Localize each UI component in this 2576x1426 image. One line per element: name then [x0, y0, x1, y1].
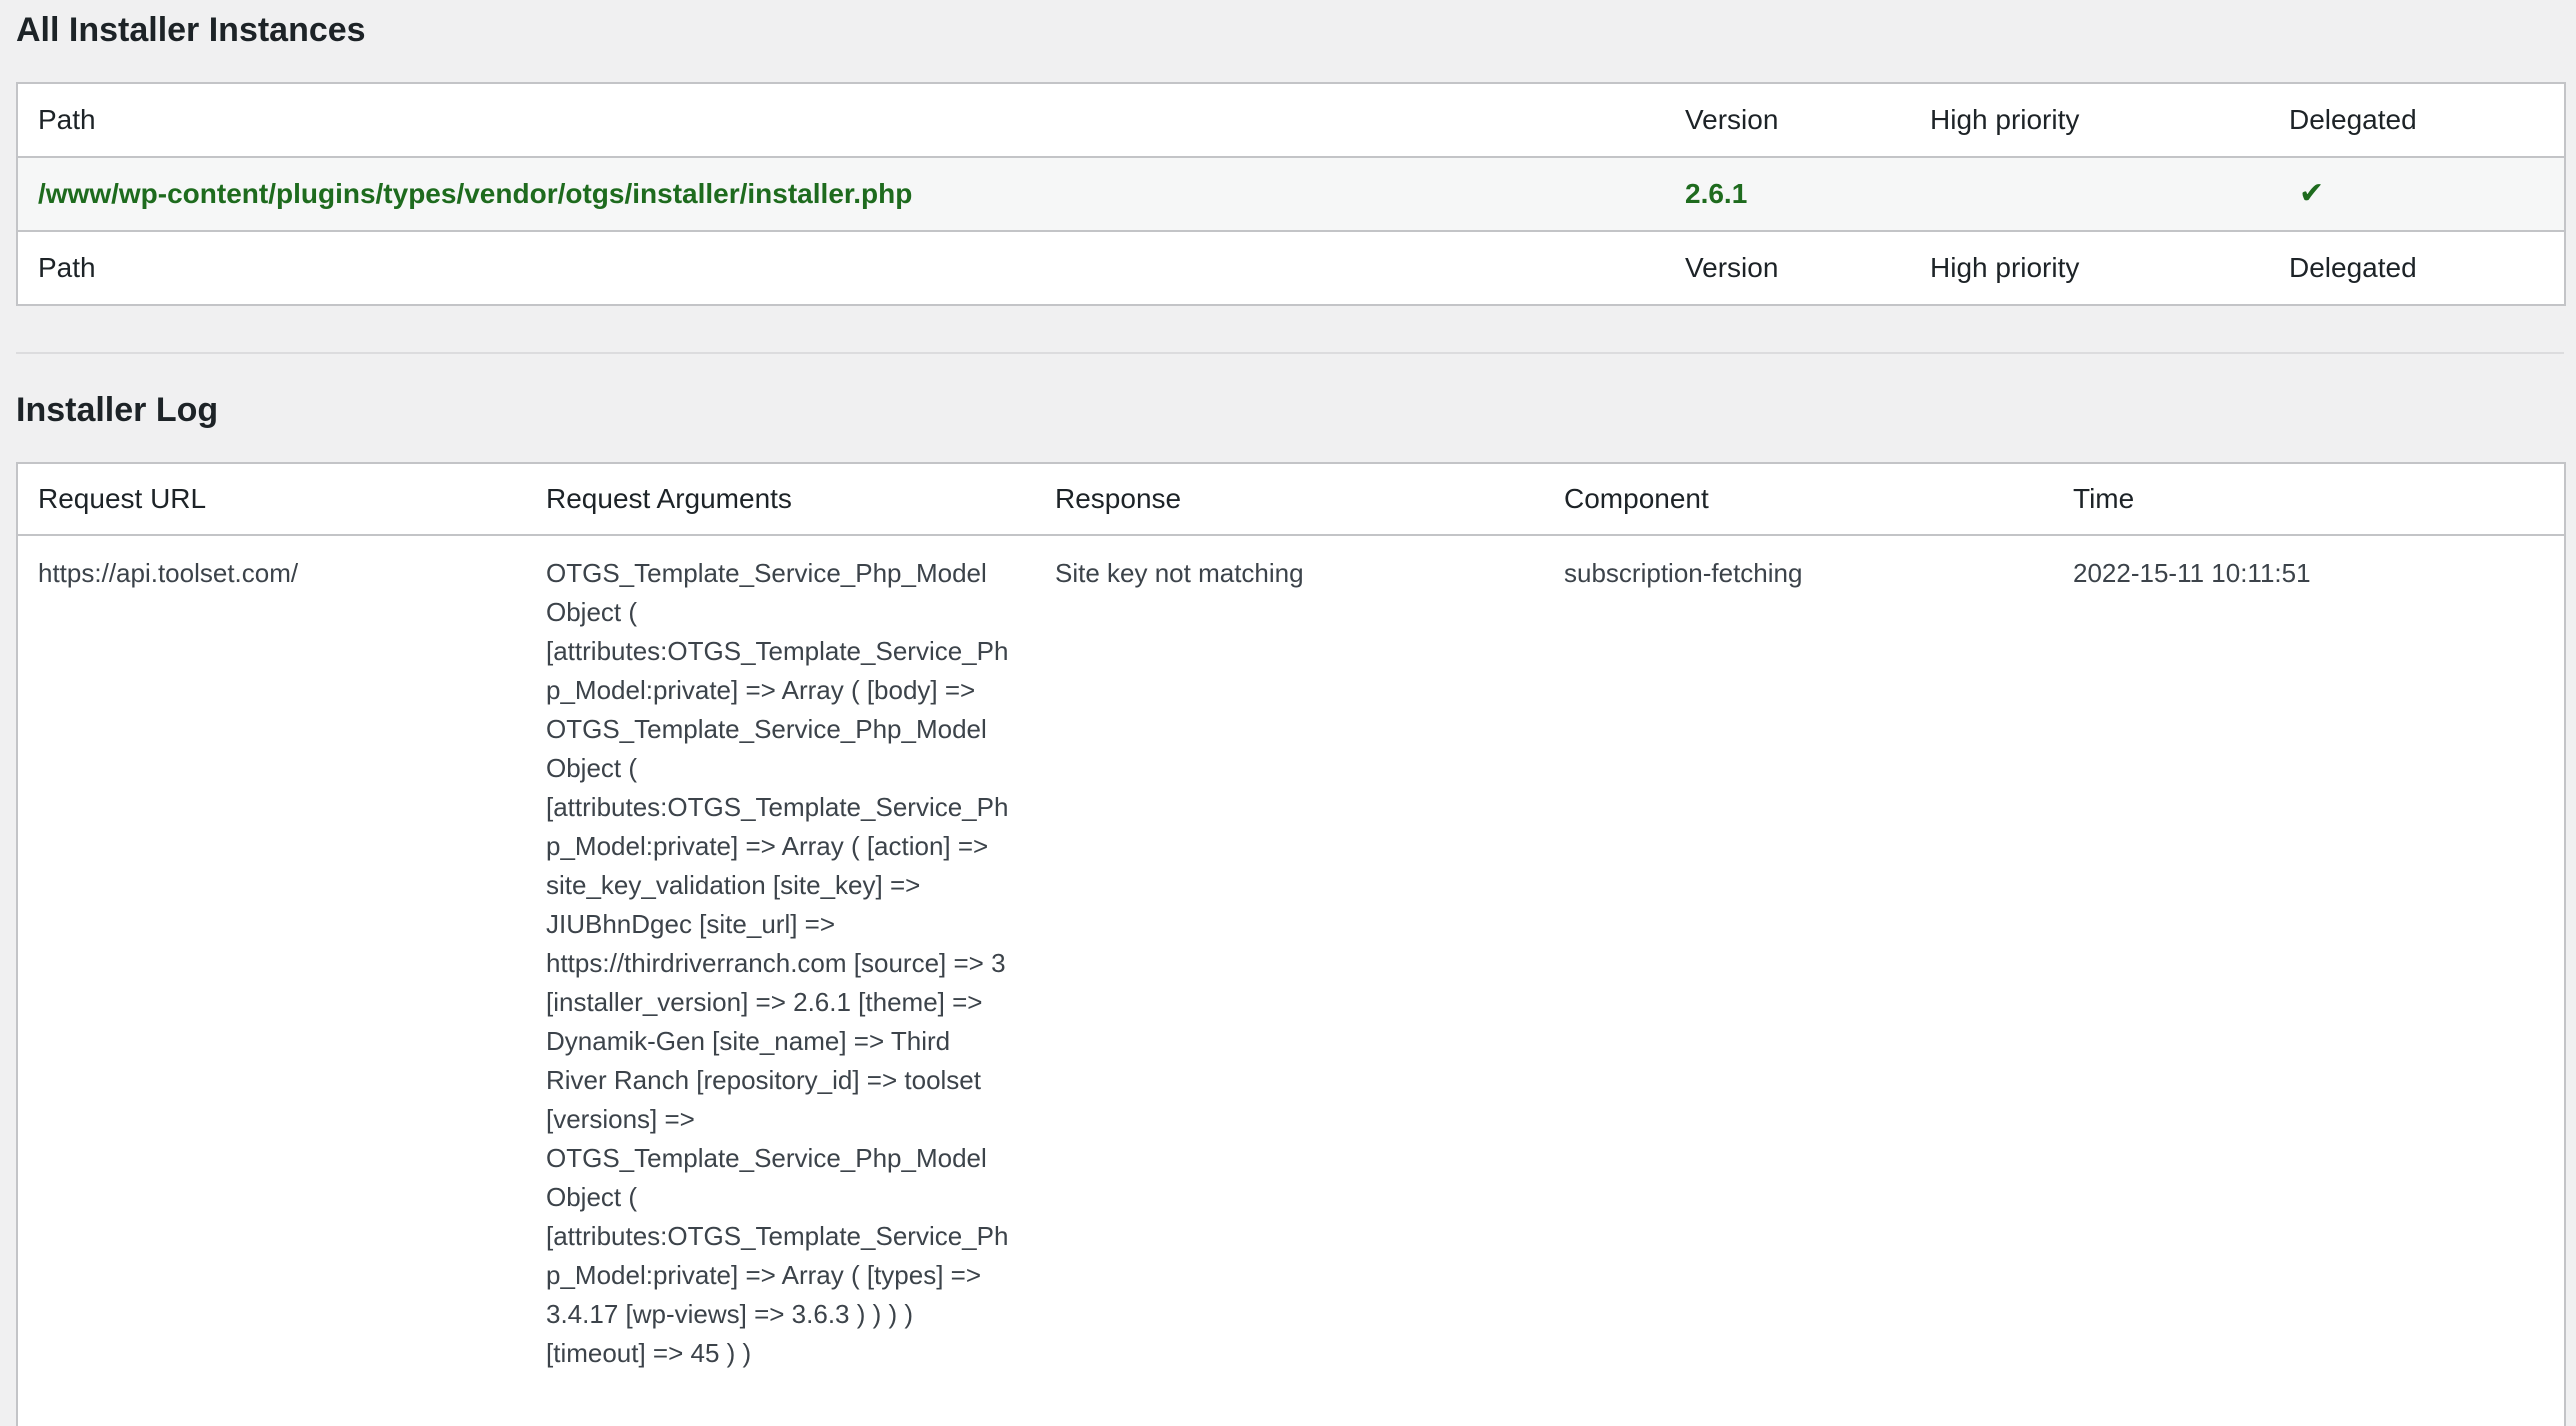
- column-header-version: Version: [1665, 83, 1910, 158]
- instance-path: /www/wp-content/plugins/types/vendor/otg…: [17, 157, 1665, 232]
- log-request-url: https://api.toolset.com/: [38, 558, 299, 588]
- installer-support-page: All Installer Instances Path Version Hig…: [0, 0, 2576, 1426]
- column-header-path: Path: [17, 83, 1665, 158]
- checkmark-icon: ✔: [2299, 177, 2325, 210]
- instance-high-priority: [1910, 157, 2269, 232]
- column-footer-delegated: Delegated: [2289, 252, 2417, 283]
- instances-section-title: All Installer Instances: [16, 11, 366, 49]
- column-header-high-priority: High priority: [1910, 83, 2269, 158]
- column-footer-path: Path: [38, 252, 96, 283]
- log-time: 2022-15-11 10:11:51: [2073, 558, 2311, 588]
- column-header-request-arguments: Request Arguments: [526, 463, 1035, 536]
- instances-footer-row: Path Version High priority Delegated: [17, 231, 2565, 305]
- column-footer-version: Version: [1685, 252, 1779, 283]
- column-header-request-url: Request URL: [17, 463, 526, 536]
- instances-table: Path Version High priority Delegated /ww…: [16, 82, 2566, 306]
- column-header-delegated: Delegated: [2269, 83, 2565, 158]
- instance-version: 2.6.1: [1665, 157, 1910, 232]
- instances-header-row: Path Version High priority Delegated: [17, 83, 2565, 158]
- table-row: https://api.toolset.com/ OTGS_Template_S…: [17, 535, 2565, 1426]
- section-divider: [16, 352, 2564, 354]
- column-header-response: Response: [1035, 463, 1544, 536]
- log-section-title: Installer Log: [16, 391, 219, 429]
- installer-log-table: Request URL Request Arguments Response C…: [16, 462, 2566, 1426]
- column-header-time: Time: [2053, 463, 2565, 536]
- log-component: subscription-fetching: [1564, 558, 1803, 588]
- log-request-arguments: OTGS_Template_Service_Php_Model Object (…: [546, 558, 1009, 1368]
- column-header-component: Component: [1544, 463, 2053, 536]
- log-response: Site key not matching: [1055, 558, 1304, 588]
- log-header-row: Request URL Request Arguments Response C…: [17, 463, 2565, 536]
- table-row: /www/wp-content/plugins/types/vendor/otg…: [17, 157, 2565, 232]
- instance-delegated: ✔: [2269, 157, 2565, 232]
- column-footer-high-priority: High priority: [1930, 252, 2080, 283]
